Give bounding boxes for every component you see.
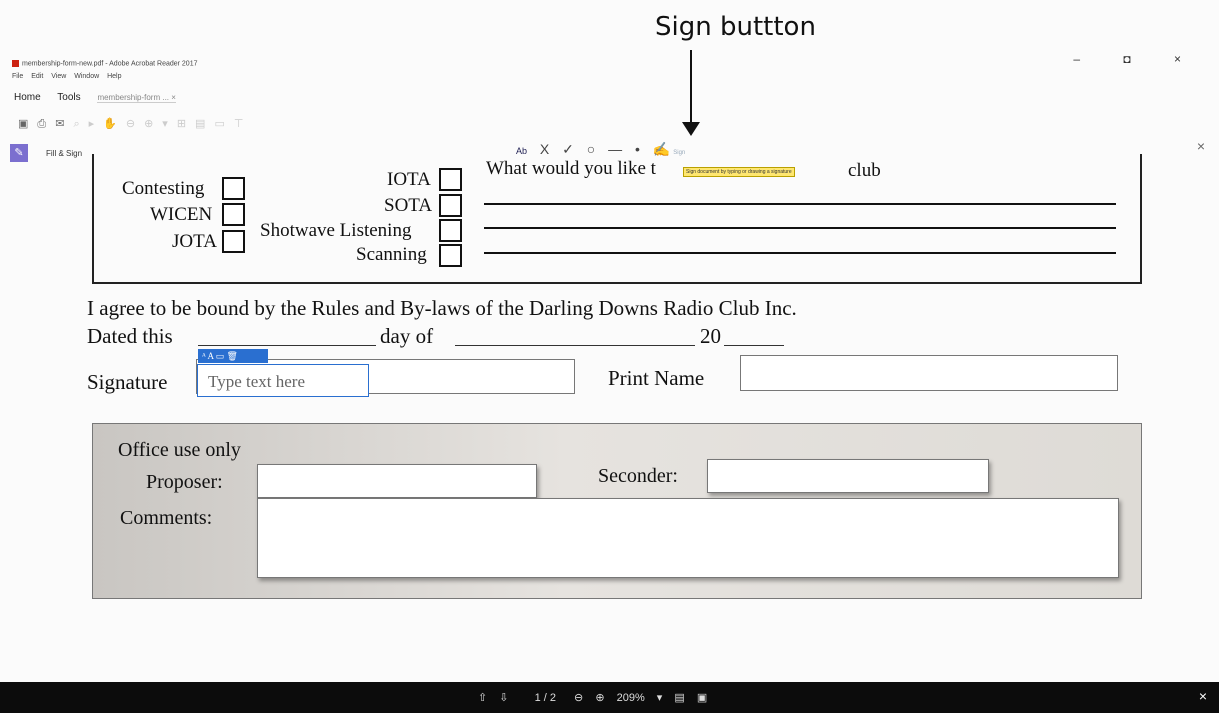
zoom-in-icon[interactable]: ⊕ bbox=[144, 118, 162, 130]
main-toolbar: ▣⎙✉⌕▸✋⊖⊕▾⊞▤▭⊤ bbox=[18, 117, 252, 131]
highlight-icon[interactable]: ⊤ bbox=[234, 118, 253, 130]
zoom-dropdown-icon[interactable]: ▾ bbox=[657, 692, 663, 704]
menu-help[interactable]: Help bbox=[107, 73, 121, 80]
fit-width-icon[interactable]: ▣ bbox=[697, 692, 707, 704]
label-jota: JOTA bbox=[172, 231, 217, 252]
menu-window[interactable]: Window bbox=[74, 73, 99, 80]
label-wicen: WICEN bbox=[150, 204, 213, 225]
zoom-out-button-icon[interactable]: ⊖ bbox=[574, 692, 583, 704]
next-page-icon[interactable]: ⇩ bbox=[499, 692, 508, 704]
menu-file[interactable]: File bbox=[12, 73, 23, 80]
tab-bar: Home Tools membership-form ... × bbox=[14, 92, 190, 103]
checkbox-contesting[interactable] bbox=[222, 177, 245, 200]
checkbox-wicen[interactable] bbox=[222, 203, 245, 226]
question-text-end: club bbox=[848, 160, 881, 181]
window-controls[interactable]: – ◘ × bbox=[1073, 52, 1201, 66]
menu-bar: File Edit View Window Help bbox=[12, 73, 128, 80]
proposer-field[interactable] bbox=[257, 464, 537, 498]
email-icon[interactable]: ✉ bbox=[55, 118, 73, 130]
label-shotwave: Shotwave Listening bbox=[260, 220, 412, 241]
fill-sign-panel: ✎ Fill & Sign bbox=[10, 144, 82, 162]
tab-document[interactable]: membership-form ... × bbox=[97, 93, 176, 103]
save-icon[interactable]: ▣ bbox=[18, 118, 37, 130]
fill-sign-icon[interactable]: ✎ bbox=[10, 144, 28, 162]
agree-text: I agree to be bound by the Rules and By-… bbox=[87, 296, 797, 320]
dated-year-line[interactable] bbox=[724, 345, 784, 346]
annotation-arrow bbox=[690, 50, 692, 130]
question-text: What would you like t bbox=[486, 158, 656, 179]
fit-icon[interactable]: ⊞ bbox=[177, 118, 195, 130]
checkbox-sota[interactable] bbox=[439, 194, 462, 217]
label-sota: SOTA bbox=[384, 195, 433, 216]
close-bar-icon[interactable]: × bbox=[1199, 688, 1207, 704]
menu-edit[interactable]: Edit bbox=[31, 73, 43, 80]
page-indicator[interactable]: 1 / 2 bbox=[535, 692, 556, 704]
hand-icon[interactable]: ✋ bbox=[103, 118, 126, 130]
year-prefix: 20 bbox=[700, 324, 721, 348]
proposer-label: Proposer: bbox=[146, 471, 223, 493]
answer-line-2[interactable] bbox=[484, 227, 1116, 229]
window-title: membership-form-new.pdf - Adobe Acrobat … bbox=[12, 60, 198, 67]
tab-tools[interactable]: Tools bbox=[57, 92, 80, 103]
zoom-level-icon[interactable]: ▾ bbox=[162, 118, 177, 130]
label-contesting: Contesting bbox=[122, 178, 205, 199]
text-entry-box[interactable]: Type text here bbox=[197, 364, 369, 397]
close-tool-icon[interactable]: × bbox=[1197, 138, 1205, 154]
textbox-mini-toolbar[interactable]: ᴬ A ▭ 🗑 bbox=[198, 349, 268, 363]
checkbox-jota[interactable] bbox=[222, 230, 245, 253]
checkbox-iota[interactable] bbox=[439, 168, 462, 191]
label-scanning: Scanning bbox=[356, 244, 427, 265]
comments-field[interactable] bbox=[257, 498, 1119, 578]
answer-line-1[interactable] bbox=[484, 203, 1116, 205]
seconder-field[interactable] bbox=[707, 459, 989, 493]
zoom-level[interactable]: 209% bbox=[617, 692, 645, 704]
select-icon[interactable]: ▸ bbox=[89, 118, 104, 130]
page-navigation-bar: ⇧ ⇩ 1 / 2 ⊖ ⊕ 209% ▾ ▤ ▣ × bbox=[0, 682, 1219, 713]
previous-page-icon[interactable]: ⇧ bbox=[478, 692, 487, 704]
day-of-label: day of bbox=[380, 324, 434, 348]
office-use-title: Office use only bbox=[118, 439, 241, 461]
search-icon[interactable]: ⌕ bbox=[73, 118, 88, 130]
fit-page-icon[interactable]: ▤ bbox=[674, 692, 684, 704]
print-name-field[interactable] bbox=[740, 355, 1118, 391]
fill-sign-label[interactable]: Fill & Sign bbox=[46, 149, 82, 158]
print-name-label: Print Name bbox=[608, 366, 705, 390]
answer-line-3[interactable] bbox=[484, 252, 1116, 254]
window-title-text: membership-form-new.pdf - Adobe Acrobat … bbox=[22, 60, 198, 68]
page-controls: ⇧ ⇩ 1 / 2 ⊖ ⊕ 209% ▾ ▤ ▣ bbox=[478, 691, 716, 704]
annotation-label: Sign buttton bbox=[655, 12, 816, 42]
dated-month-line[interactable] bbox=[455, 345, 695, 346]
dated-this-label: Dated this bbox=[87, 324, 173, 348]
signature-label: Signature bbox=[87, 370, 168, 394]
tab-home[interactable]: Home bbox=[14, 92, 41, 103]
seconder-label: Seconder: bbox=[598, 465, 678, 487]
acrobat-app-icon bbox=[12, 60, 19, 67]
checkbox-shotwave[interactable] bbox=[439, 219, 462, 242]
annotation-arrowhead bbox=[682, 122, 700, 136]
print-icon[interactable]: ⎙ bbox=[37, 118, 55, 130]
dated-day-line[interactable] bbox=[198, 345, 376, 346]
comment-icon[interactable]: ▭ bbox=[214, 118, 233, 130]
comments-label: Comments: bbox=[120, 507, 213, 529]
menu-view[interactable]: View bbox=[51, 73, 66, 80]
zoom-in-button-icon[interactable]: ⊕ bbox=[595, 692, 604, 704]
page-icon[interactable]: ▤ bbox=[195, 118, 214, 130]
zoom-out-icon[interactable]: ⊖ bbox=[126, 118, 144, 130]
checkbox-scanning[interactable] bbox=[439, 244, 462, 267]
label-iota: IOTA bbox=[387, 169, 431, 190]
